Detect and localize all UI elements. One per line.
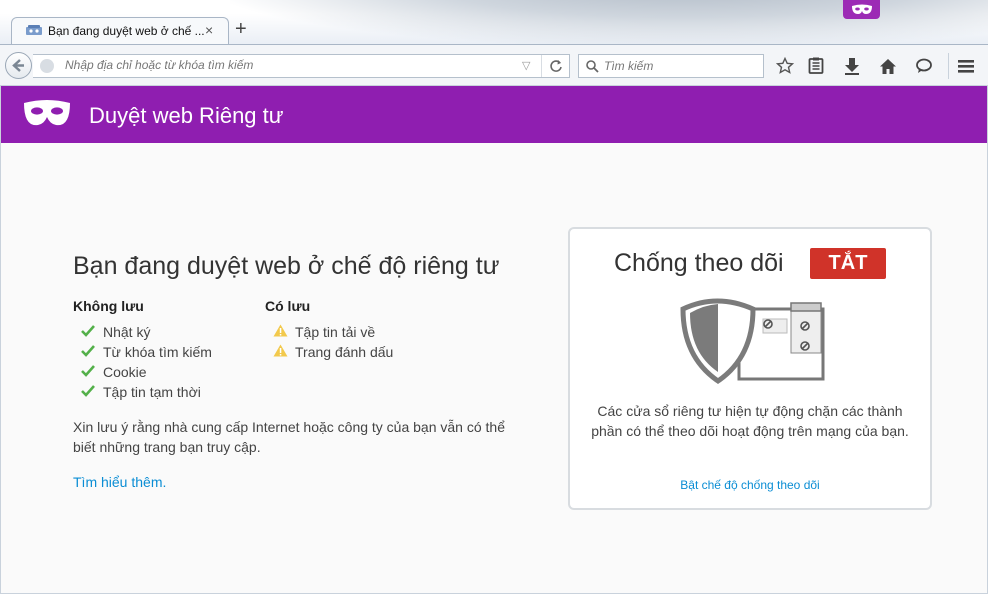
tab-title: Bạn đang duyệt web ở chế ... xyxy=(48,24,205,38)
list-item: Tập tin tải về xyxy=(273,324,375,340)
not-saved-heading: Không lưu xyxy=(73,298,144,314)
tab-private-browsing[interactable]: Bạn đang duyệt web ở chế ... × xyxy=(11,17,229,45)
enable-tracking-protection-link[interactable]: Bật chế độ chống theo dõi xyxy=(570,478,930,492)
tracking-protection-title: Chống theo dõi xyxy=(614,249,784,277)
tracking-protection-toggle[interactable]: TẮT xyxy=(810,248,886,279)
private-browsing-banner: Duyệt web Riêng tư xyxy=(1,86,987,143)
reload-button[interactable] xyxy=(541,55,570,77)
url-bar[interactable]: Nhập địa chỉ hoặc từ khóa tìm kiếm ▽ xyxy=(33,54,570,78)
tracking-protection-description: Các cửa sổ riêng tư hiện tự động chặn cá… xyxy=(591,403,909,439)
download-icon[interactable] xyxy=(841,55,863,77)
bookmark-star-icon[interactable] xyxy=(774,55,796,77)
tracking-shield-icon xyxy=(680,298,825,385)
history-dropdown-icon[interactable]: ▽ xyxy=(522,59,530,72)
learn-more-link[interactable]: Tìm hiểu thêm. xyxy=(73,474,166,490)
tracking-protection-panel: Chống theo dõi TẮT Các cửa sổ riêng tư h… xyxy=(568,227,932,510)
check-icon xyxy=(81,364,103,380)
private-mask-icon xyxy=(843,0,880,19)
list-item: Nhật ký xyxy=(81,324,150,340)
list-item: Tập tin tạm thời xyxy=(81,384,201,400)
saved-heading: Có lưu xyxy=(265,298,311,314)
tab-favicon-icon xyxy=(26,24,42,38)
browser-window: Bạn đang duyệt web ở chế ... × + Nhập đị… xyxy=(0,0,988,594)
back-button[interactable] xyxy=(5,52,32,79)
search-bar[interactable]: Tìm kiếm xyxy=(578,54,764,78)
check-icon xyxy=(81,344,103,360)
reload-icon xyxy=(550,60,562,72)
page-content: Duyệt web Riêng tư Bạn đang duyệt web ở … xyxy=(0,86,988,594)
check-icon xyxy=(81,324,103,340)
back-arrow-icon xyxy=(12,59,24,72)
list-item: Trang đánh dấu xyxy=(273,344,393,360)
search-input[interactable]: Tìm kiếm xyxy=(604,59,653,73)
url-input[interactable]: Nhập địa chỉ hoặc từ khóa tìm kiếm xyxy=(65,58,253,72)
globe-icon xyxy=(40,59,54,73)
chat-icon[interactable] xyxy=(913,55,935,77)
warning-icon xyxy=(273,324,295,340)
tab-strip: Bạn đang duyệt web ở chế ... × + xyxy=(0,0,988,45)
private-mask-icon xyxy=(24,100,70,126)
page-title: Bạn đang duyệt web ở chế độ riêng tư xyxy=(73,252,500,280)
search-icon xyxy=(586,60,599,73)
warning-icon xyxy=(273,344,295,360)
menu-icon[interactable] xyxy=(955,55,977,77)
banner-title: Duyệt web Riêng tư xyxy=(89,103,284,128)
new-tab-button[interactable]: + xyxy=(235,19,247,39)
list-item: Cookie xyxy=(81,364,147,380)
navigation-toolbar: Nhập địa chỉ hoặc từ khóa tìm kiếm ▽ Tìm… xyxy=(0,44,988,86)
reading-list-icon[interactable] xyxy=(805,55,827,77)
close-tab-icon[interactable]: × xyxy=(205,22,213,38)
list-item: Từ khóa tìm kiếm xyxy=(81,344,212,360)
privacy-note: Xin lưu ý rằng nhà cung cấp Internet hoặ… xyxy=(73,419,505,455)
home-icon[interactable] xyxy=(877,55,899,77)
check-icon xyxy=(81,384,103,400)
